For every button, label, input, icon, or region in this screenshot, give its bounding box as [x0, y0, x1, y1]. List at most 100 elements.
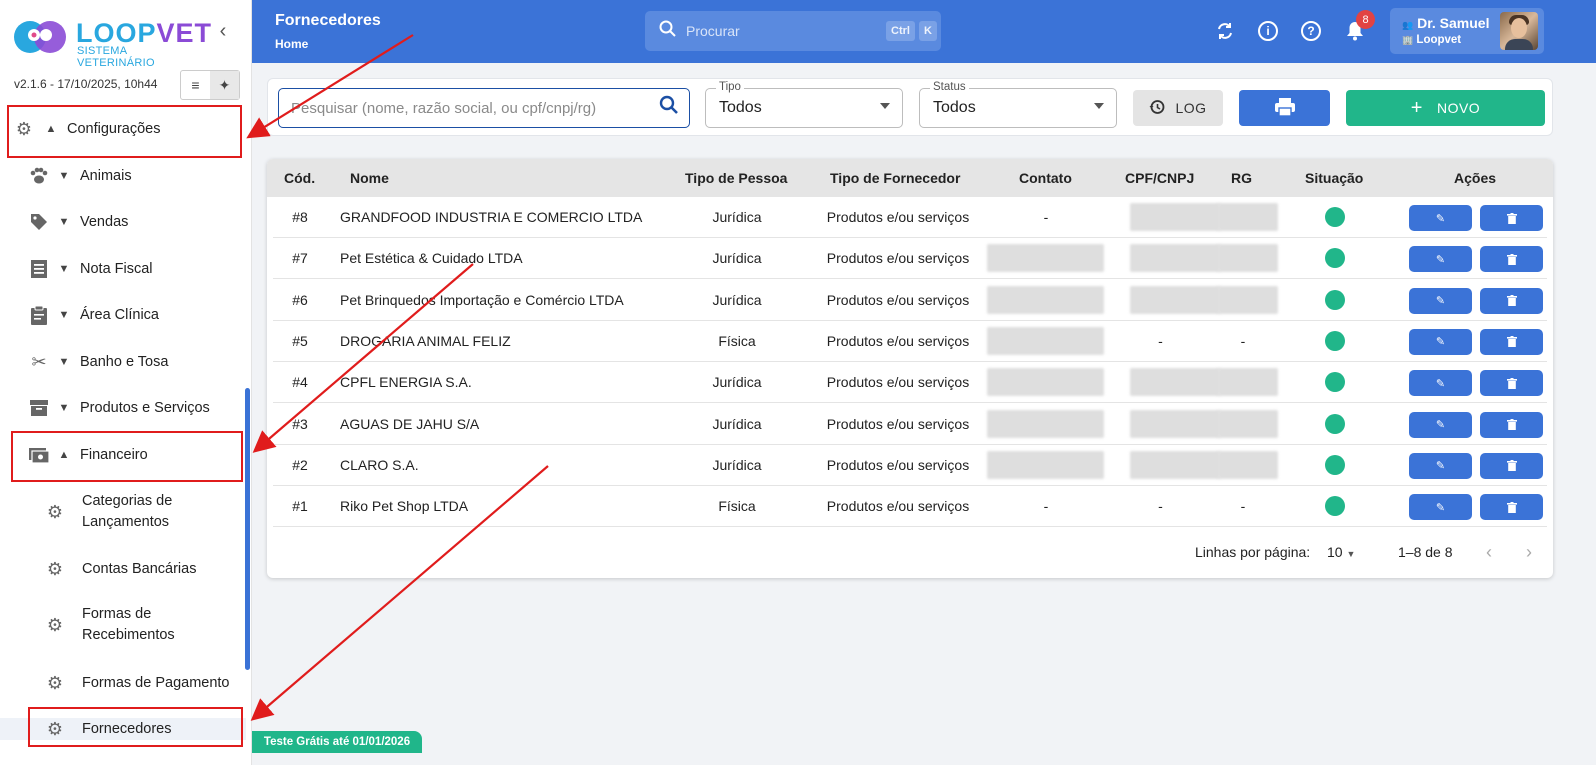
- cell-nome: GRANDFOOD INDUSTRIA E COMERCIO LTDA: [340, 209, 643, 225]
- cell-nome: Pet Estética & Cuidado LTDA: [340, 250, 523, 267]
- table-row[interactable]: #2 CLARO S.A. Jurídica Produtos e/ou serviç…: [273, 445, 1547, 486]
- subnav-formas-pagamento[interactable]: ⚙ Formas de Pagamento: [0, 672, 246, 694]
- edit-button[interactable]: ✎: [1409, 328, 1472, 355]
- prev-page-icon[interactable]: ‹: [1486, 542, 1492, 563]
- status-select[interactable]: Status Todos: [919, 81, 1117, 128]
- status-active-indicator: [1325, 289, 1345, 310]
- nav-item-label: Vendas: [80, 214, 129, 230]
- cell-tipo-pessoa: Jurídica: [712, 374, 762, 391]
- status-active-indicator: [1325, 372, 1345, 393]
- chevron-down-icon: ▼: [58, 356, 70, 368]
- global-search[interactable]: Ctrl K: [645, 11, 941, 51]
- edit-button[interactable]: ✎: [1409, 494, 1472, 521]
- nav-item-banho-e-tosa[interactable]: ✂ ▼ Banho e Tosa: [0, 342, 246, 382]
- info-icon[interactable]: i: [1256, 19, 1280, 43]
- cell-tipo-fornecedor: Produtos e/ou serviços: [826, 456, 970, 473]
- column-header[interactable]: CPF/CNPJ: [1125, 170, 1194, 186]
- list-view-icon[interactable]: ≡: [181, 71, 210, 99]
- cell-codigo: #5: [292, 332, 308, 349]
- delete-button[interactable]: [1480, 205, 1543, 231]
- edit-button[interactable]: ✎: [1409, 411, 1472, 438]
- table-row[interactable]: #5 DROGARIA ANIMAL FELIZ Física Produtos e/…: [273, 321, 1547, 362]
- column-header[interactable]: Nome: [350, 170, 389, 186]
- status-active-indicator: [1325, 413, 1345, 434]
- delete-button[interactable]: [1480, 411, 1543, 438]
- sync-icon[interactable]: [1213, 19, 1237, 43]
- user-menu[interactable]: 👥 Dr. Samuel 🏢 Loopvet: [1390, 8, 1544, 54]
- edit-button[interactable]: ✎: [1409, 205, 1472, 231]
- cell-cpf-cnpj: -: [1158, 332, 1163, 349]
- gear-icon: ⚙: [46, 614, 64, 635]
- cell-tipo-fornecedor: Produtos e/ou serviços: [826, 415, 970, 432]
- delete-button[interactable]: [1480, 494, 1543, 521]
- table-row[interactable]: #1 Riko Pet Shop LTDA Física Produtos e/ou …: [273, 486, 1547, 528]
- cell-nome: CPFL ENERGIA S.A.: [340, 374, 472, 391]
- pencil-icon: ✎: [1435, 295, 1446, 308]
- column-header[interactable]: Tipo de Pessoa: [685, 170, 787, 186]
- cell-contato: -: [1043, 498, 1049, 515]
- new-supplier-button[interactable]: + NOVO: [1346, 90, 1545, 126]
- rows-per-page-select[interactable]: 10 ▼: [1327, 544, 1355, 560]
- print-button[interactable]: [1239, 90, 1330, 126]
- pencil-icon: ✎: [1435, 419, 1446, 431]
- column-header[interactable]: Tipo de Fornecedor: [830, 170, 960, 186]
- table-row[interactable]: #3 AGUAS DE JAHU S/A Jurídica Produtos e/ou…: [273, 404, 1547, 445]
- delete-button[interactable]: [1480, 328, 1543, 355]
- subnav-categorias-lancamentos[interactable]: ⚙ Categorias de Lançamentos: [0, 491, 246, 533]
- cell-contato-redacted: [987, 450, 1104, 479]
- collapse-sidebar-button[interactable]: ‹: [212, 20, 234, 42]
- nav-item-produtos-e-servicos[interactable]: ▼ Produtos e Serviços: [0, 388, 246, 428]
- app-logo[interactable]: LOOPVET SISTEMA VETERINÁRIO: [12, 16, 211, 69]
- suppliers-table: Cód. Nome Tipo de Pessoa Tipo de Fornece…: [267, 159, 1553, 578]
- search-icon: [659, 20, 676, 42]
- sparkle-view-icon[interactable]: ✦: [210, 71, 239, 99]
- nav-item-vendas[interactable]: ▼ Vendas: [0, 202, 246, 242]
- search-icon[interactable]: [659, 95, 679, 121]
- annotation-box-financeiro: [11, 431, 243, 482]
- edit-button[interactable]: ✎: [1409, 452, 1472, 479]
- sidebar-scrollbar[interactable]: [245, 388, 250, 670]
- tipo-select[interactable]: Tipo Todos: [705, 81, 903, 128]
- delete-button[interactable]: [1480, 370, 1543, 397]
- table-row[interactable]: #7 Pet Estética & Cuidado LTDA Jurídica Pro…: [273, 238, 1547, 280]
- cell-tipo-pessoa: Física: [718, 498, 756, 515]
- next-page-icon[interactable]: ›: [1526, 542, 1532, 563]
- user-name: 👥 Dr. Samuel: [1402, 15, 1490, 31]
- delete-button[interactable]: [1480, 246, 1543, 273]
- nav-item-label: Nota Fiscal: [80, 261, 153, 277]
- trash-icon: [1506, 253, 1517, 265]
- page-title: Fornecedores: [275, 12, 381, 29]
- column-header[interactable]: Contato: [1019, 170, 1072, 186]
- nav-item-area-clinica[interactable]: ▼ Área Clínica: [0, 295, 246, 335]
- supplier-search[interactable]: [278, 88, 690, 128]
- column-header[interactable]: Situação: [1305, 170, 1363, 186]
- edit-button[interactable]: ✎: [1409, 370, 1472, 397]
- nav-item-animais[interactable]: ▼ Animais: [0, 156, 246, 196]
- edit-button[interactable]: ✎: [1409, 287, 1472, 314]
- receipt-icon: [28, 258, 50, 280]
- subnav-contas-bancarias[interactable]: ⚙ Contas Bancárias: [0, 558, 246, 580]
- nav-item-label: Animais: [80, 168, 132, 184]
- cell-codigo: #1: [292, 498, 308, 515]
- chevron-down-icon: ▼: [58, 309, 70, 321]
- supplier-search-input[interactable]: [291, 99, 651, 117]
- nav-item-nota-fiscal[interactable]: ▼ Nota Fiscal: [0, 249, 246, 289]
- subnav-formas-recebimentos[interactable]: ⚙ Formas de Recebimentos: [0, 604, 246, 646]
- table-row[interactable]: #4 CPFL ENERGIA S.A. Jurídica Produtos e/ou…: [273, 362, 1547, 404]
- column-header[interactable]: RG: [1231, 170, 1252, 186]
- column-header[interactable]: Cód.: [284, 170, 315, 186]
- delete-button[interactable]: [1480, 452, 1543, 479]
- edit-button[interactable]: ✎: [1409, 246, 1472, 273]
- log-button[interactable]: LOG: [1133, 90, 1223, 126]
- delete-button[interactable]: [1480, 287, 1543, 314]
- table-row[interactable]: #8 GRANDFOOD INDUSTRIA E COMERCIO LTDA Jur…: [273, 197, 1547, 238]
- dropdown-arrow-icon: [1094, 103, 1104, 109]
- dropdown-arrow-icon: [880, 103, 890, 109]
- breadcrumb[interactable]: Home: [275, 37, 308, 51]
- table-row[interactable]: #6 Pet Brinquedos Importação e Comércio L…: [273, 280, 1547, 321]
- global-search-input[interactable]: [686, 23, 866, 39]
- shortcut-ctrl: Ctrl: [886, 21, 915, 41]
- help-icon[interactable]: ?: [1299, 19, 1323, 43]
- cell-contato-redacted: [987, 409, 1104, 438]
- cell-nome: DROGARIA ANIMAL FELIZ: [340, 332, 511, 349]
